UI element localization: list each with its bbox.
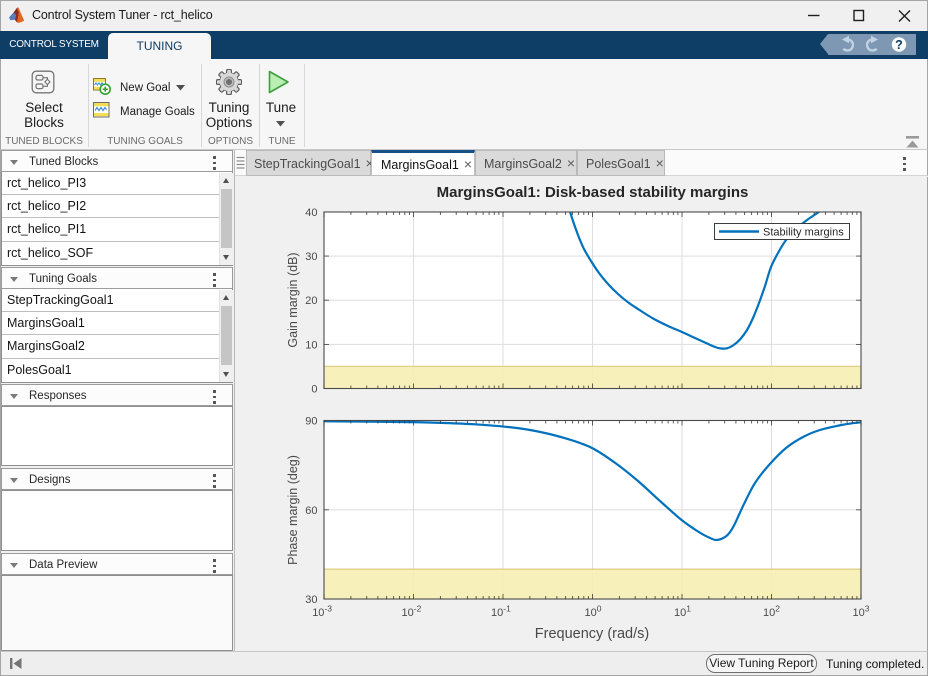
svg-text:10-1: 10-1 [491,604,511,620]
svg-text:Gain margin (dB): Gain margin (dB) [286,252,300,347]
svg-text:103: 103 [853,604,870,620]
svg-text:0: 0 [311,384,317,396]
svg-text:10: 10 [305,339,317,351]
svg-text:90: 90 [305,416,317,428]
svg-text:101: 101 [674,604,691,620]
svg-text:Phase margin (deg): Phase margin (deg) [286,455,300,565]
svg-text:100: 100 [585,604,602,620]
svg-text:30: 30 [305,594,317,606]
svg-text:Stability margins: Stability margins [763,227,844,239]
svg-text:20: 20 [305,295,317,307]
svg-text:Frequency (rad/s): Frequency (rad/s) [535,626,649,642]
svg-text:?: ? [895,38,903,52]
svg-text:10-2: 10-2 [402,604,422,620]
svg-text:40: 40 [305,207,317,219]
svg-text:102: 102 [763,604,780,620]
svg-text:60: 60 [305,505,317,517]
svg-text:30: 30 [305,251,317,263]
